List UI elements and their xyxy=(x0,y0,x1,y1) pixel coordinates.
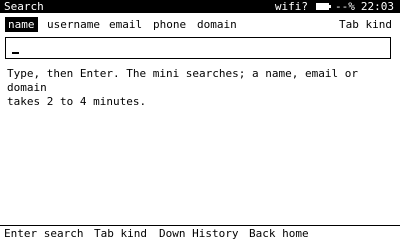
window-title: Search xyxy=(4,0,44,13)
status-indicators: wifi? --% 22:03 xyxy=(275,0,394,13)
kind-tab-domain[interactable]: domain xyxy=(194,17,240,32)
kind-tab-username[interactable]: username xyxy=(44,17,103,32)
search-kind-selector: name username email phone domain Tab kin… xyxy=(0,17,400,32)
kind-tab-phone[interactable]: phone xyxy=(150,17,189,32)
hint-down-history: Down History xyxy=(159,227,239,240)
battery-level: --% xyxy=(335,0,355,13)
wifi-status: wifi? xyxy=(274,0,308,13)
search-input[interactable] xyxy=(5,37,391,59)
kind-tab-name[interactable]: name xyxy=(5,17,38,32)
kind-hint: Tab kind xyxy=(339,18,392,31)
text-cursor xyxy=(12,52,19,54)
hint-tab-kind: Tab kind xyxy=(94,227,147,240)
hint-back-home: Back home xyxy=(249,227,309,240)
help-text: Type, then Enter. The mini searches; a n… xyxy=(7,67,358,108)
kind-tab-email[interactable]: email xyxy=(106,17,145,32)
status-bar: Search wifi? --% 22:03 xyxy=(0,0,400,13)
battery-icon xyxy=(316,3,331,10)
clock: 22:03 xyxy=(360,0,394,13)
hint-enter-search: Enter search xyxy=(4,227,84,240)
key-hint-bar: Enter search Tab kind Down History Back … xyxy=(0,225,400,240)
